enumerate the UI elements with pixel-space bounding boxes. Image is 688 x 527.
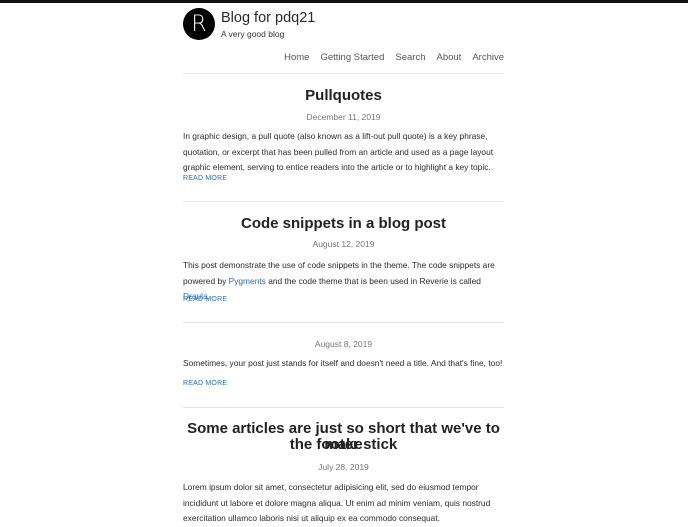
site-title[interactable]: Blog for pdq21	[221, 10, 315, 26]
post-excerpt: In graphic design, a pull quote (also kn…	[183, 131, 494, 172]
post-title[interactable]: Pullquotes	[183, 88, 504, 104]
post-excerpt: Lorem ipsum dolor sit amet, consectetur …	[183, 482, 491, 523]
excerpt-text: and the code theme that is been used in …	[265, 275, 481, 286]
nav-about[interactable]: About	[436, 52, 461, 63]
post-divider	[183, 322, 504, 323]
nav-home[interactable]: Home	[284, 52, 309, 63]
read-more-link[interactable]: READ MORE	[183, 380, 227, 387]
logo-letter: R	[191, 12, 206, 37]
nav-archive[interactable]: Archive	[472, 52, 504, 63]
read-more-link[interactable]: READ MORE	[183, 175, 227, 182]
site-tagline: A very good blog	[221, 29, 285, 39]
post-divider	[183, 201, 504, 202]
r-logo-icon: R	[191, 12, 206, 37]
post-date: August 8, 2019	[314, 339, 373, 349]
top-bar	[0, 0, 688, 3]
header-divider	[183, 73, 504, 74]
nav-getting-started[interactable]: Getting Started	[320, 52, 384, 63]
pygments-link[interactable]: Pygments	[229, 276, 266, 286]
post-date: December 11, 2019	[306, 112, 381, 122]
nav-search[interactable]: Search	[395, 52, 425, 63]
post-title[interactable]: Code snippets in a blog post	[183, 216, 504, 232]
post-date: July 28, 2019	[318, 462, 369, 472]
post-date: August 12, 2019	[312, 239, 375, 249]
post-excerpt: This post demonstrate the use of code sn…	[183, 258, 504, 305]
post-excerpt: Sometimes, your post just stands for its…	[183, 358, 503, 368]
main-nav: Home Getting Started Search About Archiv…	[284, 52, 504, 63]
post-divider	[183, 407, 504, 408]
post-title-line-2[interactable]: the footer stick	[183, 437, 504, 453]
site-logo[interactable]: R	[183, 8, 215, 40]
read-more-link[interactable]: READ MORE	[183, 296, 227, 303]
